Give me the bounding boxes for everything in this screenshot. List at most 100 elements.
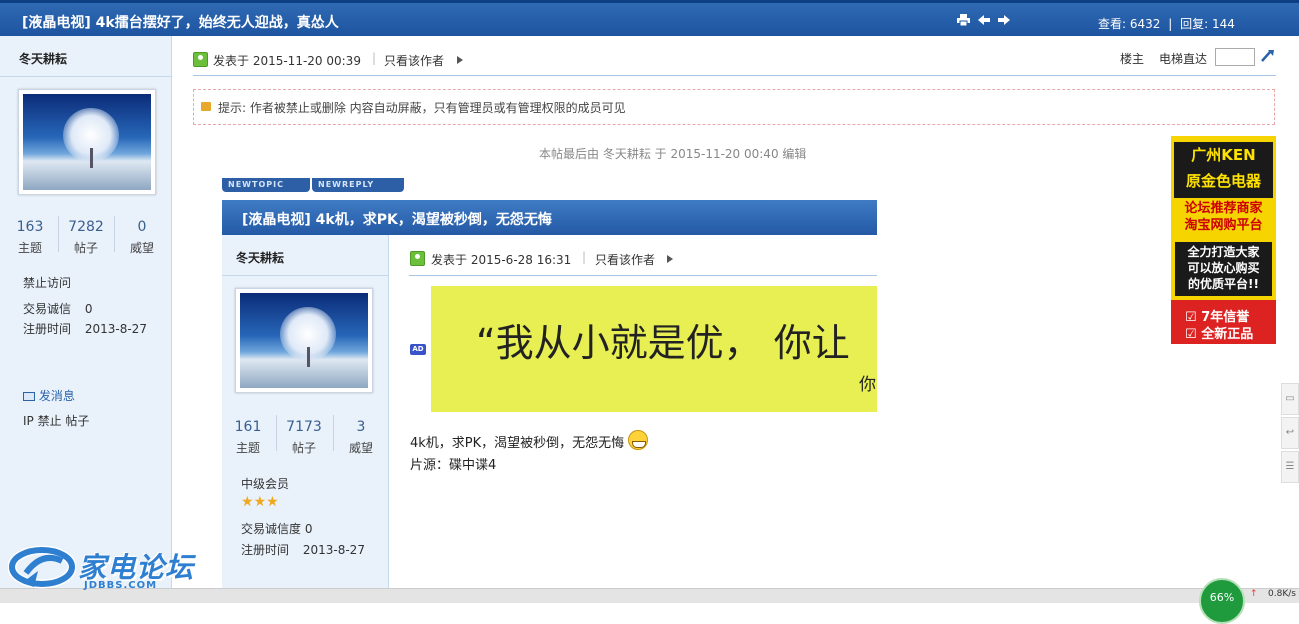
- star-icon: ★: [266, 494, 279, 510]
- embed-post-body-line2: 片源：碟中谍4: [410, 458, 497, 473]
- embed-stat-reputation-label: 威望: [348, 441, 373, 455]
- right-ad-banner[interactable]: 广州KEN 原金色电器 论坛推荐商家 淘宝网购平台 全力打造大家 可以放心购买 …: [1171, 136, 1276, 344]
- envelope-icon: [23, 392, 35, 401]
- avatar[interactable]: [18, 89, 156, 195]
- star-icon: ★: [253, 494, 267, 510]
- logo-swirl-icon: [7, 545, 77, 589]
- float-tool-list-icon[interactable]: ☰: [1281, 451, 1299, 483]
- send-message-label: 发消息: [38, 389, 75, 403]
- embed-author-sidebar: 冬天耕耘 161 主题 7173 帖子 3 威望 中级会员 ★★★ 交易诚信度 …: [222, 235, 389, 590]
- author-stats: 163 主题 7282 帖子 0 威望: [0, 216, 171, 256]
- replies-count: 144: [1212, 17, 1235, 31]
- divider: [409, 275, 877, 276]
- ad-badge: AD: [410, 344, 426, 355]
- body-text: 4k机，求PK，渴望被秒倒，无怨无悔: [410, 436, 625, 451]
- ip-ban-links[interactable]: IP 禁止 帖子: [23, 412, 89, 429]
- embed-stat-reputation-value: 3: [356, 419, 366, 435]
- ad-subline: 你: [859, 375, 876, 395]
- stats-separator: |: [1168, 17, 1173, 31]
- embed-post-body-line1: 4k机，求PK，渴望被秒倒，无怨无悔: [410, 430, 649, 451]
- ad-box: 全力打造大家 可以放心购买 的优质平台!!: [1175, 242, 1272, 296]
- upload-arrow-icon: ↑: [1250, 589, 1258, 599]
- trade-credit: 交易诚信 0: [23, 300, 92, 317]
- embed-author-name: 冬天耕耘: [236, 251, 285, 265]
- divider: [58, 216, 59, 252]
- embed-only-author: 只看该作者: [595, 253, 656, 267]
- ad-line3: 论坛推荐商家: [1184, 201, 1263, 216]
- author-sidebar: 冬天耕耘 163 主题 7282 帖子 0 威望 禁止访问 交易诚信 0 注册时…: [0, 36, 172, 590]
- stat-reputation-value: 0: [137, 219, 147, 235]
- network-speed: 0.8K/s: [1268, 589, 1296, 599]
- only-author-link[interactable]: 只看该作者: [384, 52, 444, 69]
- divider: [333, 415, 334, 451]
- ad-bottom: ☑ 7年信誉 ☑ 全新正品: [1171, 300, 1276, 344]
- views-label: 查看:: [1098, 17, 1127, 31]
- embed-avatar-image: [240, 293, 368, 388]
- embed-stat-threads-label: 主题: [235, 441, 260, 455]
- trade-credit-value: 0: [84, 302, 93, 316]
- embed-online-user-icon: [410, 251, 425, 266]
- divider: [0, 76, 171, 77]
- logo-subtext: JDBBS.COM: [84, 580, 158, 591]
- embed-register-value: 2013-8-27: [302, 543, 365, 557]
- stat-threads-label: 主题: [17, 241, 42, 255]
- notice-text: 提示: 作者被禁止或删除 内容自动屏蔽，只有管理员或有管理权限的成员可见: [218, 101, 626, 115]
- newtopic-button: NEWTOPIC: [222, 178, 310, 192]
- register-time-label: 注册时间: [23, 322, 72, 336]
- ad-bottom-line2: ☑ 全新正品: [1185, 323, 1253, 342]
- thread-header: [液晶电视] 4k擂台摆好了，始终无人迎战，真怂人 查看: 6432 | 回复:…: [0, 0, 1299, 36]
- register-time-value: 2013-8-27: [84, 322, 147, 336]
- memory-gauge[interactable]: 66%: [1199, 578, 1245, 624]
- trade-credit-label: 交易诚信: [23, 302, 72, 316]
- post-time: 发表于 2015-11-20 00:39: [213, 54, 361, 68]
- embed-thread-title: [液晶电视] 4k机，求PK，渴望被秒倒，无怨无悔: [242, 212, 552, 228]
- embedded-screenshot[interactable]: NEWTOPIC NEWREPLY [液晶电视] 4k机，求PK，渴望被秒倒，无…: [222, 178, 877, 590]
- send-message-link[interactable]: 发消息: [23, 387, 75, 404]
- newreply-button: NEWREPLY: [312, 178, 404, 192]
- ad-bot2-text: 全新正品: [1201, 327, 1254, 342]
- elevator-floor-input[interactable]: [1215, 48, 1255, 66]
- thread-title: [液晶电视] 4k擂台摆好了，始终无人迎战，真怂人: [22, 15, 339, 31]
- jump-go-icon[interactable]: [1259, 48, 1275, 64]
- embed-rank: 中级会员: [241, 477, 290, 491]
- online-user-icon: [193, 52, 208, 67]
- divider: [114, 216, 115, 252]
- embed-header-separator: |: [582, 250, 587, 264]
- edited-note: 本帖最后由 冬天耕耘 于 2015-11-20 00:40 编辑: [539, 147, 807, 161]
- ad-headline: “我从小就是优， 你让: [476, 321, 850, 365]
- stat-reputation-label: 威望: [129, 241, 154, 255]
- embed-ad-banner: “我从小就是优， 你让 你: [431, 286, 877, 412]
- star-icon: ★: [241, 494, 254, 510]
- author-status: 禁止访问: [23, 276, 72, 290]
- elevator-label: 电梯直达: [1159, 52, 1208, 66]
- embed-register-time: 注册时间 2013-8-27: [241, 541, 365, 558]
- thread-stats: 查看: 6432 | 回复: 144: [1098, 15, 1235, 32]
- ad-line4: 淘宝网购平台: [1184, 218, 1263, 233]
- lock-icon: [201, 102, 211, 111]
- embed-post-time: 发表于 2015-6-28 16:31: [431, 253, 572, 267]
- float-tool-comment-icon[interactable]: ▭: [1281, 383, 1299, 415]
- register-time: 注册时间 2013-8-27: [23, 320, 147, 337]
- embed-thread-header: [液晶电视] 4k机，求PK，渴望被秒倒，无怨无悔: [222, 200, 877, 235]
- embed-stat-threads-value: 161: [234, 419, 262, 435]
- ad-shop-name: 广州KEN 原金色电器: [1174, 142, 1273, 198]
- author-name[interactable]: 冬天耕耘: [19, 50, 67, 67]
- float-tool-back-icon[interactable]: ↩: [1281, 417, 1299, 449]
- next-thread-icon[interactable]: [998, 14, 1011, 26]
- divider: [222, 275, 388, 276]
- ad-box-line1: 全力打造大家: [1187, 245, 1260, 259]
- ad-box-line3: 的优质平台!!: [1188, 277, 1259, 291]
- embed-register-label: 注册时间: [241, 543, 290, 557]
- print-icon[interactable]: [957, 14, 970, 27]
- divider: [193, 75, 1276, 76]
- stat-posts-value[interactable]: 7282: [61, 219, 111, 235]
- rank-stars: ★★★: [241, 494, 279, 510]
- stat-threads-value[interactable]: 163: [5, 219, 55, 235]
- embed-stat-posts-value: 7173: [286, 419, 322, 435]
- ad-line1: 广州KEN: [1191, 146, 1256, 164]
- blocked-notice: 提示: 作者被禁止或删除 内容自动屏蔽，只有管理员或有管理权限的成员可见: [193, 89, 1275, 125]
- floor-label: 楼主: [1120, 52, 1145, 66]
- ad-line2: 原金色电器: [1185, 172, 1261, 190]
- stat-posts-label: 帖子: [73, 241, 98, 255]
- prev-thread-icon[interactable]: [978, 14, 991, 26]
